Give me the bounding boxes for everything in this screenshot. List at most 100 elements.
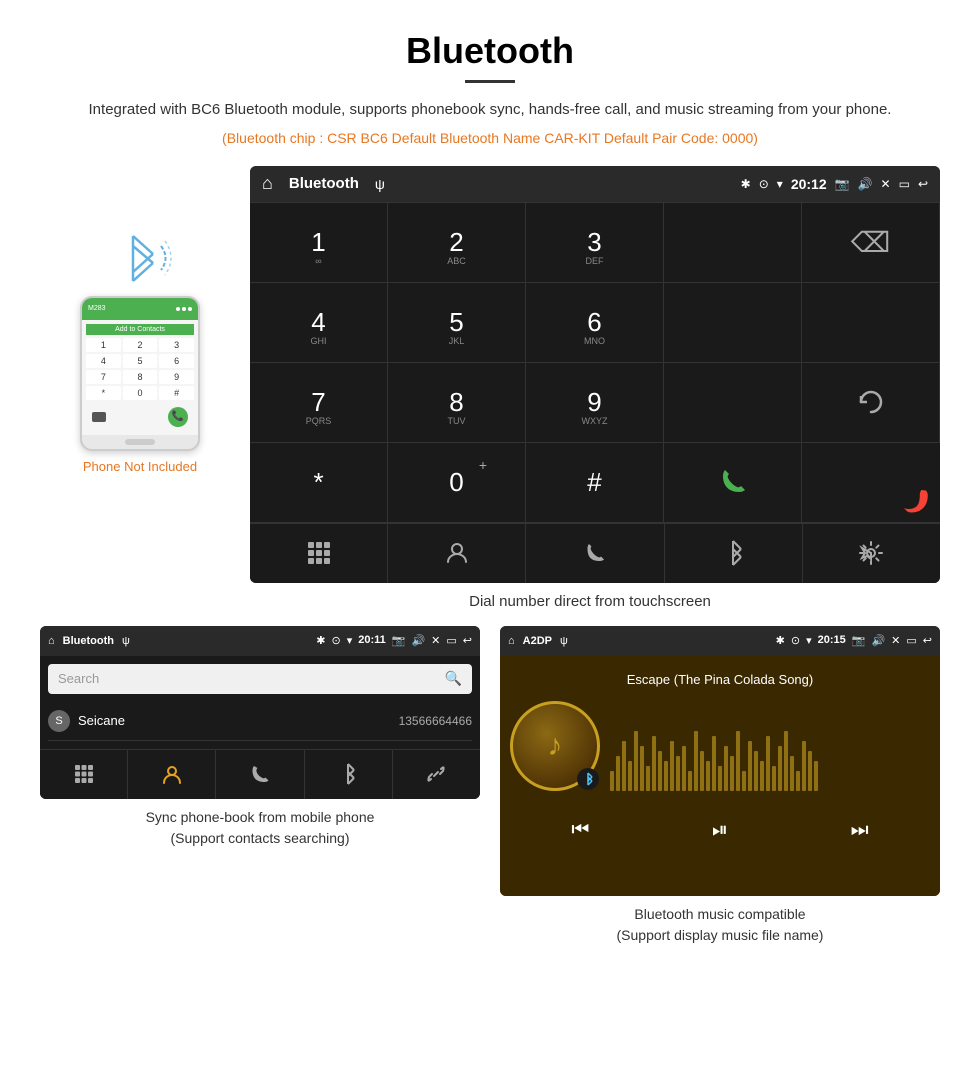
- phone-container: M283 Add to Contacts 1 2 3 4 5: [40, 166, 240, 474]
- phone-camera-icon: [92, 412, 106, 422]
- dial-end-button[interactable]: [802, 443, 940, 523]
- dial-key-8[interactable]: 8 TUV: [388, 363, 526, 443]
- bluetooth-specs: (Bluetooth chip : CSR BC6 Default Blueto…: [40, 130, 940, 146]
- prev-button[interactable]: ⏮: [561, 815, 599, 846]
- camera-icon[interactable]: 📷: [835, 177, 850, 191]
- dial-key-star[interactable]: *: [250, 443, 388, 523]
- main-screen-caption: Dial number direct from touchscreen: [240, 593, 940, 610]
- music-vol-icon[interactable]: 🔊: [871, 634, 885, 647]
- phonebook-caption: Sync phone-book from mobile phone (Suppo…: [146, 807, 375, 849]
- pb-back-icon[interactable]: ↩: [463, 634, 472, 647]
- pb-bottom-nav: [40, 749, 480, 799]
- music-screen-wrapper: ⌂ A2DP ψ ✱ ⊙ ▾ 20:15 📷 🔊 ✕ ▭ ↩: [500, 626, 940, 946]
- music-title: A2DP: [523, 635, 552, 647]
- music-status-bar: ⌂ A2DP ψ ✱ ⊙ ▾ 20:15 📷 🔊 ✕ ▭ ↩: [500, 626, 940, 656]
- dial-key-5[interactable]: 5 JKL: [388, 283, 526, 363]
- phone-call-button[interactable]: 📞: [168, 407, 188, 427]
- dial-call-button[interactable]: [664, 443, 802, 523]
- next-button[interactable]: ⏭: [841, 815, 879, 846]
- pb-cam-icon[interactable]: 📷: [392, 634, 406, 647]
- pb-time: 20:11: [358, 634, 386, 647]
- pb-nav-contacts[interactable]: [128, 750, 216, 799]
- contact-row[interactable]: S Seicane 13566664466: [48, 702, 472, 741]
- dial-key-1[interactable]: 1 ∞: [250, 203, 388, 283]
- music-time: 20:15: [818, 634, 846, 647]
- signal-icon: ▾: [777, 177, 783, 191]
- main-dial-screen: ⌂ Bluetooth ψ ✱ ⊙ ▾ 20:12 📷 🔊 ✕ ▭ ↩: [250, 166, 940, 583]
- dial-key-3[interactable]: 3 DEF: [526, 203, 664, 283]
- dial-key-7[interactable]: 7 PQRS: [250, 363, 388, 443]
- music-controls: ⏮ ⏯ ⏭: [510, 807, 930, 854]
- phonebook-screen: ⌂ Bluetooth ψ ✱ ⊙ ▾ 20:11 📷 🔊 ✕ ▭ ↩: [40, 626, 480, 799]
- page-description: Integrated with BC6 Bluetooth module, su…: [40, 99, 940, 122]
- nav-phone-button[interactable]: [526, 524, 664, 583]
- music-cam-icon[interactable]: 📷: [852, 634, 866, 647]
- dial-empty-2: [664, 283, 802, 363]
- dial-empty-1: [664, 203, 802, 283]
- album-bluetooth-icon: [577, 768, 599, 790]
- music-win-icon[interactable]: ▭: [906, 634, 916, 647]
- dial-key-6[interactable]: 6 MNO: [526, 283, 664, 363]
- pb-sig-icon: ▾: [347, 634, 353, 647]
- dial-refresh-button[interactable]: [802, 363, 940, 443]
- dialpad-grid: 1 ∞ 2 ABC 3 DEF ⌫: [250, 202, 940, 523]
- nav-settings-button[interactable]: [803, 524, 940, 583]
- bt-icon: ✱: [741, 177, 751, 191]
- dial-key-hash[interactable]: #: [526, 443, 664, 523]
- nav-dialpad-button[interactable]: [250, 524, 388, 583]
- dialpad-bottom-nav: [250, 523, 940, 583]
- nav-contacts-button[interactable]: [388, 524, 526, 583]
- search-icon: 🔍: [445, 670, 462, 687]
- pb-nav-bluetooth[interactable]: [305, 750, 393, 799]
- pb-win-icon[interactable]: ▭: [446, 634, 456, 647]
- phonebook-screen-wrapper: ⌂ Bluetooth ψ ✱ ⊙ ▾ 20:11 📷 🔊 ✕ ▭ ↩: [40, 626, 480, 946]
- dial-backspace[interactable]: ⌫: [802, 203, 940, 283]
- pb-nav-link[interactable]: [393, 750, 480, 799]
- pb-nav-phone[interactable]: [216, 750, 304, 799]
- pb-usb-icon: ψ: [122, 635, 130, 647]
- music-body: Escape (The Pina Colada Song) ♪: [500, 656, 940, 896]
- phone-contacts-bar: Add to Contacts: [86, 324, 194, 335]
- music-sig-icon: ▾: [806, 634, 812, 647]
- contact-initial: S: [48, 710, 70, 732]
- location-icon: ⊙: [759, 177, 769, 191]
- dial-key-4[interactable]: 4 GHI: [250, 283, 388, 363]
- usb-icon: ψ: [375, 176, 385, 192]
- volume-icon[interactable]: 🔊: [858, 177, 873, 191]
- page-title: Bluetooth: [40, 30, 940, 72]
- pb-status-bar: ⌂ Bluetooth ψ ✱ ⊙ ▾ 20:11 📷 🔊 ✕ ▭ ↩: [40, 626, 480, 656]
- contact-name: Seicane: [78, 713, 399, 728]
- music-caption: Bluetooth music compatible (Support disp…: [617, 904, 824, 946]
- music-back-icon[interactable]: ↩: [923, 634, 932, 647]
- pb-body: Search 🔍 S Seicane 13566664466: [40, 656, 480, 749]
- search-bar[interactable]: Search 🔍: [48, 664, 472, 694]
- music-close-icon[interactable]: ✕: [891, 634, 900, 647]
- dial-empty-3: [802, 283, 940, 363]
- contact-number: 13566664466: [399, 714, 472, 728]
- play-pause-button[interactable]: ⏯: [702, 815, 738, 846]
- dial-key-0[interactable]: 0 +: [388, 443, 526, 523]
- window-icon[interactable]: ▭: [899, 177, 910, 191]
- dial-key-2[interactable]: 2 ABC: [388, 203, 526, 283]
- music-home-icon[interactable]: ⌂: [508, 635, 515, 647]
- pb-vol-icon[interactable]: 🔊: [411, 634, 425, 647]
- pb-bt-icon: ✱: [316, 634, 325, 647]
- nav-bluetooth-button[interactable]: [665, 524, 803, 583]
- dial-key-9[interactable]: 9 WXYZ: [526, 363, 664, 443]
- music-usb-icon: ψ: [560, 635, 568, 647]
- screen-title: Bluetooth: [289, 175, 359, 192]
- song-title: Escape (The Pina Colada Song): [627, 672, 813, 687]
- music-waveform: [610, 701, 930, 791]
- close-icon[interactable]: ✕: [881, 177, 891, 191]
- phone-home-button: [125, 439, 155, 445]
- home-icon[interactable]: ⌂: [262, 173, 273, 194]
- pb-nav-dialpad[interactable]: [40, 750, 128, 799]
- bluetooth-signal-icon: [105, 226, 175, 291]
- album-art: ♪: [510, 701, 600, 791]
- bottom-screens: ⌂ Bluetooth ψ ✱ ⊙ ▾ 20:11 📷 🔊 ✕ ▭ ↩: [40, 626, 940, 946]
- back-icon[interactable]: ↩: [918, 177, 928, 191]
- music-screen: ⌂ A2DP ψ ✱ ⊙ ▾ 20:15 📷 🔊 ✕ ▭ ↩: [500, 626, 940, 896]
- search-placeholder: Search: [58, 671, 445, 686]
- pb-home-icon[interactable]: ⌂: [48, 635, 55, 647]
- pb-close-icon[interactable]: ✕: [431, 634, 440, 647]
